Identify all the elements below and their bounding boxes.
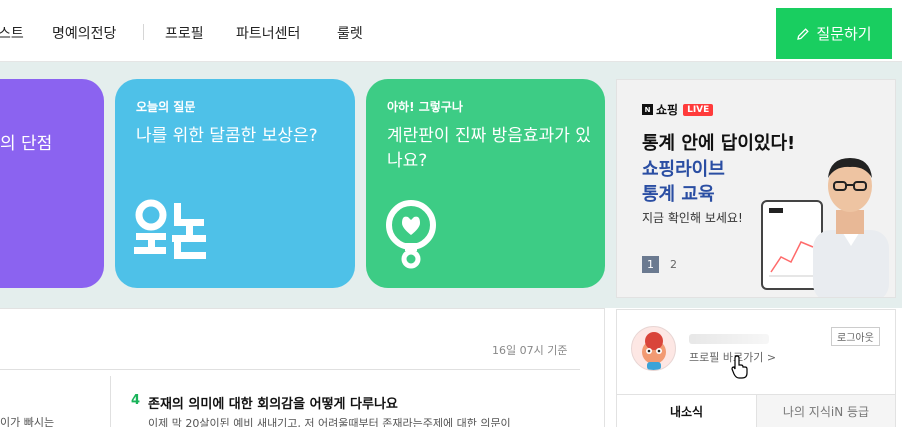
nav-item-profile[interactable]: 프로필 [165, 23, 204, 43]
character-avatar-icon [642, 332, 666, 370]
card-todays-question[interactable]: 오늘의 질문 나를 위한 달콤한 보상은? [115, 79, 355, 288]
ad-headline: 통계 안에 답이있다! [642, 133, 796, 154]
list-item-snippet[interactable]: 이가 빠시는 [0, 414, 54, 427]
nav-item-roulette[interactable]: 룰렛 [337, 23, 363, 43]
username-redacted [689, 334, 769, 344]
pencil-icon [797, 27, 810, 40]
ranking-timestamp: 16일 07시 기준 [492, 344, 568, 357]
hand-cursor-icon [731, 355, 748, 379]
ad-subheadline-2: 통계 교육 [642, 184, 715, 205]
avatar[interactable] [631, 326, 676, 371]
ad-brand: 쇼핑 [656, 103, 679, 117]
card-aha[interactable]: 아하! 그렇구나 계란판이 진짜 방음효과가 있나요? [366, 79, 605, 288]
shopping-live-logo: N 쇼핑 LIVE [642, 101, 714, 118]
top-nav: 스트 명예의전당 프로필 파트너센터 룰렛 질문하기 [0, 0, 902, 62]
live-badge: LIVE [683, 103, 714, 116]
lightbulb-heart-icon [386, 200, 436, 269]
ad-page-1[interactable]: 1 [642, 256, 659, 273]
ad-caption: 지금 확인해 보세요! [642, 211, 743, 225]
oneul-logo-icon [134, 199, 206, 259]
naver-n-icon: N [642, 104, 653, 115]
ad-banner[interactable]: N 쇼핑 LIVE 통계 안에 답이있다! 쇼핑라이브 통계 교육 지금 확인해… [616, 79, 896, 298]
card-title: 나를 위한 달콤한 보상은? [136, 126, 318, 146]
tab-my-news[interactable]: 내소식 [617, 394, 757, 427]
nav-divider [143, 24, 144, 40]
rank-number: 4 [131, 393, 141, 408]
ask-question-button[interactable]: 질문하기 [776, 8, 892, 59]
nav-item-partial[interactable]: 스트 [0, 23, 24, 43]
question-title-link[interactable]: 존재의 의미에 대한 회의감을 어떻게 다루나요 [148, 393, 398, 412]
ad-subheadline-1: 쇼핑라이브 [642, 159, 725, 180]
card-partial[interactable]: 의 단점 [0, 79, 104, 288]
ad-page-2[interactable]: 2 [665, 256, 682, 273]
question-snippet[interactable]: 이제 막 20살이된 예비 새내기고, 저 어려울때부터 존재라는주제에 대한 … [148, 415, 511, 427]
divider [0, 369, 580, 370]
card-tag: 아하! 그렇구나 [387, 100, 463, 114]
card-tag: 오늘의 질문 [136, 100, 196, 114]
nav-item-partner-center[interactable]: 파트너센터 [236, 23, 300, 43]
presenter-image [813, 158, 889, 297]
ask-button-label: 질문하기 [816, 25, 872, 43]
tab-my-grade[interactable]: 나의 지식iN 등급 [757, 394, 895, 427]
card-title: 계란판이 진짜 방음효과가 있나요? [387, 126, 591, 171]
ad-pager: 1 2 [642, 256, 682, 273]
nav-item-hall-of-fame[interactable]: 명예의전당 [52, 23, 116, 43]
column-divider [110, 376, 111, 427]
logout-button[interactable]: 로그아웃 [831, 327, 880, 346]
